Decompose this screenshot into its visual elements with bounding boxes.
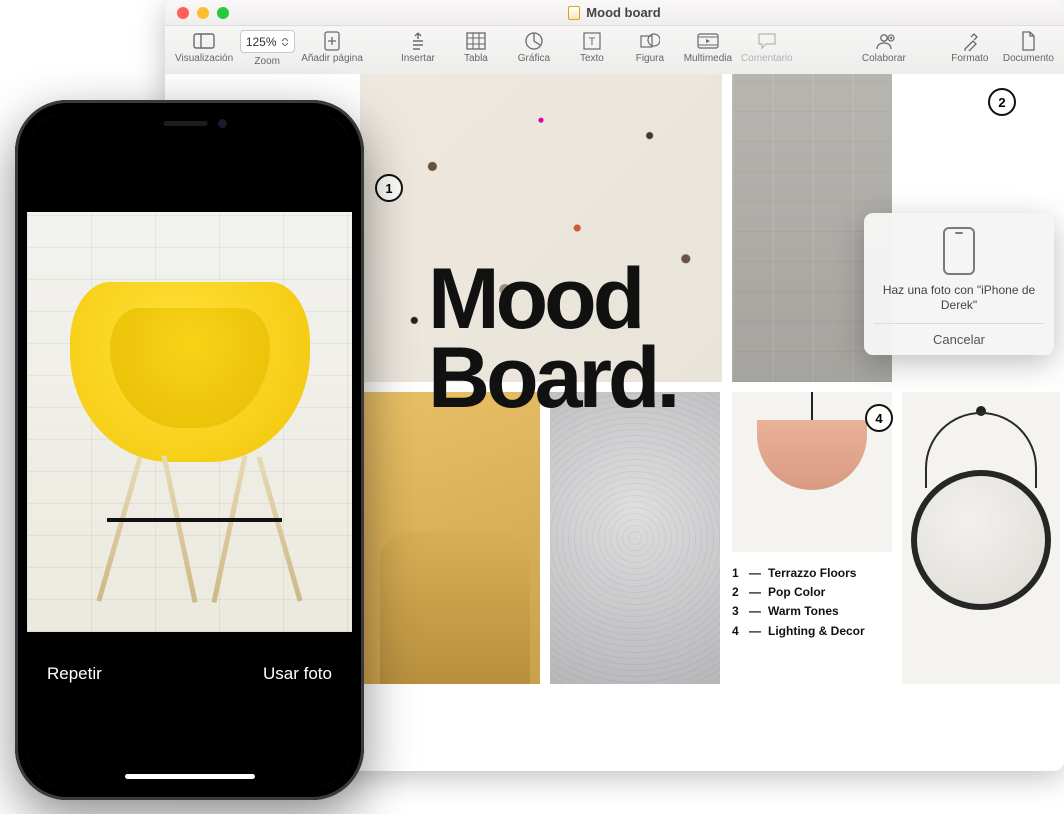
add-page-label: Añadir página: [301, 53, 363, 64]
view-button[interactable]: Visualización: [171, 30, 237, 64]
retake-button[interactable]: Repetir: [47, 664, 102, 684]
use-photo-button[interactable]: Usar foto: [263, 664, 332, 684]
camera-preview[interactable]: [27, 212, 352, 632]
zoom-label: Zoom: [254, 56, 280, 67]
comment-icon: [754, 30, 780, 52]
view-icon: [191, 30, 217, 52]
iphone-device: Repetir Usar foto: [15, 100, 364, 800]
collaborate-label: Colaborar: [862, 53, 906, 64]
image-fur[interactable]: [550, 392, 720, 684]
popover-message: Haz una foto con "iPhone de Derek": [874, 283, 1044, 323]
document-icon: [568, 6, 580, 20]
legend-row: 2—Pop Color: [732, 583, 892, 602]
add-page-icon: [319, 30, 345, 52]
collaborate-icon: [871, 30, 897, 52]
table-button[interactable]: Tabla: [447, 30, 505, 64]
insert-label: Insertar: [401, 53, 435, 64]
format-label: Formato: [951, 53, 988, 64]
media-label: Multimedia: [684, 53, 732, 64]
iphone-notch: [105, 112, 275, 140]
image-mirror[interactable]: [902, 392, 1060, 684]
badge-2[interactable]: 2: [988, 88, 1016, 116]
zoom-value: 125%: [246, 35, 277, 49]
document-label: Documento: [1003, 53, 1054, 64]
camera-action-bar: Repetir Usar foto: [27, 594, 352, 788]
comment-button[interactable]: Comentario: [737, 30, 797, 64]
svg-text:T: T: [589, 36, 596, 48]
legend[interactable]: 1—Terrazzo Floors 2—Pop Color 3—Warm Ton…: [732, 564, 892, 641]
shape-label: Figura: [636, 53, 664, 64]
title-line1: Mood: [428, 260, 676, 339]
chevron-up-down-icon: [281, 38, 289, 46]
title-line2: Board.: [428, 339, 676, 418]
insert-button[interactable]: Insertar: [389, 30, 447, 64]
zoom-dropdown[interactable]: 125%: [240, 30, 295, 53]
toolbar: Visualización 125% Zoom Añadir página In…: [165, 26, 1064, 79]
media-button[interactable]: Multimedia: [679, 30, 737, 64]
collaborate-button[interactable]: Colaborar: [855, 30, 913, 64]
legend-row: 4—Lighting & Decor: [732, 622, 892, 641]
shape-icon: [637, 30, 663, 52]
chart-label: Gráfica: [518, 53, 550, 64]
view-label: Visualización: [175, 53, 233, 64]
shape-button[interactable]: Figura: [621, 30, 679, 64]
badge-4[interactable]: 4: [865, 404, 893, 432]
document-icon: [1015, 30, 1041, 52]
text-label: Texto: [580, 53, 604, 64]
format-icon: [957, 30, 983, 52]
legend-row: 3—Warm Tones: [732, 602, 892, 621]
add-page-button[interactable]: Añadir página: [297, 30, 367, 64]
table-icon: [463, 30, 489, 52]
titlebar: Mood board: [165, 0, 1064, 26]
home-indicator[interactable]: [125, 774, 255, 779]
text-icon: T: [579, 30, 605, 52]
continuity-camera-popover: Haz una foto con "iPhone de Derek" Cance…: [864, 213, 1054, 355]
chart-icon: [521, 30, 547, 52]
document-button[interactable]: Documento: [999, 30, 1058, 64]
cancel-button[interactable]: Cancelar: [874, 323, 1044, 355]
page-title[interactable]: Mood Board.: [428, 260, 676, 418]
iphone-screen: Repetir Usar foto: [27, 112, 352, 788]
text-button[interactable]: T Texto: [563, 30, 621, 64]
badge-1[interactable]: 1: [375, 174, 403, 202]
chart-button[interactable]: Gráfica: [505, 30, 563, 64]
legend-row: 1—Terrazzo Floors: [732, 564, 892, 583]
media-icon: [695, 30, 721, 52]
window-title-text: Mood board: [586, 5, 660, 20]
chair-icon: [70, 282, 310, 462]
insert-icon: [405, 30, 431, 52]
window-title: Mood board: [165, 5, 1064, 20]
zoom-control[interactable]: 125% Zoom: [237, 30, 297, 67]
image-sofa[interactable]: [360, 392, 540, 684]
iphone-outline-icon: [943, 227, 975, 275]
table-label: Tabla: [464, 53, 488, 64]
format-button[interactable]: Formato: [941, 30, 999, 64]
comment-label: Comentario: [741, 53, 793, 64]
